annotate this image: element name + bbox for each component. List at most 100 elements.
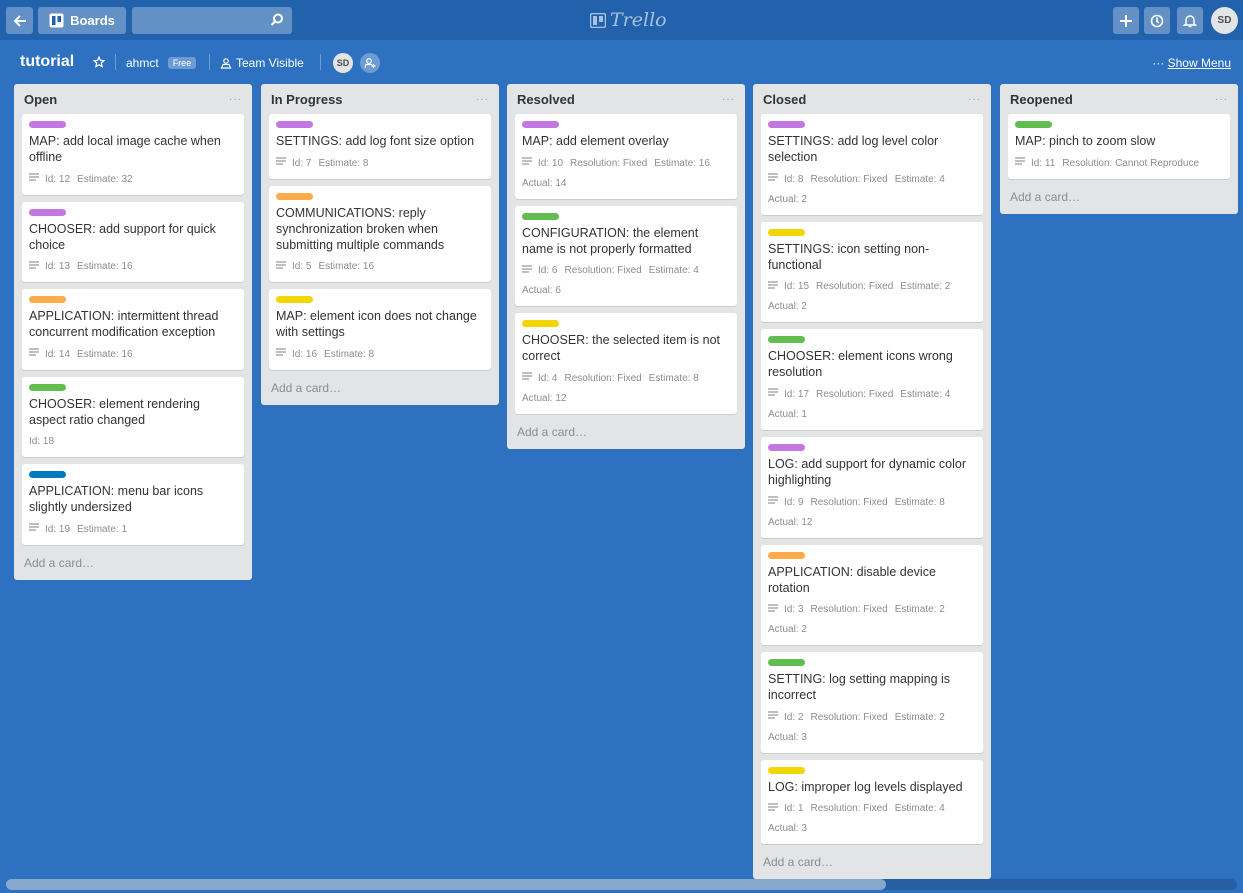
card-badge: Actual: 12	[768, 516, 813, 528]
list-menu-button[interactable]: ···	[722, 94, 735, 105]
card-badge: Estimate: 8	[648, 372, 699, 384]
card[interactable]: APPLICATION: menu bar icons slightly und…	[22, 463, 244, 545]
card[interactable]: LOG: add support for dynamic color highl…	[761, 436, 983, 538]
card-badge: Id: 16	[292, 348, 318, 360]
list-menu-button[interactable]: ···	[229, 94, 242, 105]
list-menu-button[interactable]: ···	[476, 94, 489, 105]
list-menu-button[interactable]: ···	[968, 94, 981, 105]
add-button[interactable]	[1113, 7, 1139, 34]
description-icon	[768, 600, 778, 620]
description-icon	[768, 169, 778, 189]
card[interactable]: CHOOSER: element rendering aspect ratio …	[22, 376, 244, 457]
description-icon	[276, 344, 286, 364]
card[interactable]: COMMUNICATIONS: reply synchronization br…	[269, 185, 491, 283]
bell-icon	[1183, 14, 1197, 27]
user-avatar[interactable]: SD	[1211, 7, 1238, 34]
list-name[interactable]: Closed	[763, 92, 806, 107]
card-badge: Estimate: 8	[324, 348, 375, 360]
card[interactable]: SETTINGS: add log font size option Id: 7 E…	[269, 114, 491, 179]
board-title[interactable]: tutorial	[20, 53, 74, 71]
card-badges: Id: 8 Resolution: Fixed Estimate: 4 Actual:…	[768, 169, 976, 210]
team-icon	[220, 58, 232, 69]
card-badge: Actual: 2	[768, 624, 807, 636]
card-badges: Id: 14 Estimate: 16	[29, 344, 237, 365]
card-badges: Id: 13 Estimate: 16	[29, 257, 237, 278]
add-member-button[interactable]	[360, 53, 380, 73]
add-card-button[interactable]: Add a card…	[1008, 186, 1230, 214]
list-name[interactable]: Resolved	[517, 92, 575, 107]
card-badges: Id: 3 Resolution: Fixed Estimate: 2 Actual:…	[768, 600, 976, 641]
add-card-button[interactable]: Add a card…	[269, 377, 491, 405]
card[interactable]: APPLICATION: intermittent thread concurr…	[22, 289, 244, 370]
card-label	[522, 121, 559, 128]
list-name[interactable]: In Progress	[271, 92, 343, 107]
info-button[interactable]	[1144, 7, 1170, 34]
logo-text: Trello	[610, 9, 667, 31]
card-label	[768, 443, 805, 451]
add-card-button[interactable]: Add a card…	[761, 851, 983, 879]
card-badge: Id: 3	[784, 604, 804, 616]
card[interactable]: CHOOSER: element icons wrong resolution I…	[761, 329, 983, 430]
card-badge: Resolution: Fixed	[810, 496, 888, 508]
description-icon	[768, 277, 778, 297]
card-badges: Id: 9 Resolution: Fixed Estimate: 8 Actual:…	[768, 492, 976, 533]
member-avatar[interactable]: SD	[333, 53, 353, 73]
org-name: ahmct	[126, 56, 159, 70]
list-name[interactable]: Reopened	[1010, 92, 1073, 107]
add-card-button[interactable]: Add a card…	[22, 552, 244, 580]
card-label	[29, 121, 66, 128]
list-header: Open ···	[22, 84, 244, 114]
show-menu-button[interactable]: ··· Show Menu	[1152, 56, 1231, 70]
notifications-button[interactable]	[1177, 7, 1203, 34]
card-badge: Estimate: 1	[77, 523, 128, 535]
card[interactable]: SETTINGS: add log level color selection I…	[761, 114, 983, 215]
card-badge: Resolution: Fixed	[810, 173, 888, 185]
card-title: COMMUNICATIONS: reply synchronization br…	[276, 205, 445, 252]
add-card-button[interactable]: Add a card…	[515, 421, 737, 449]
back-button[interactable]	[6, 7, 33, 34]
card[interactable]: APPLICATION: disable device rotation Id: …	[761, 544, 983, 646]
card[interactable]: SETTING: log setting mapping is incorrec…	[761, 652, 983, 753]
card-badge: Id: 12	[45, 173, 71, 185]
card-badge: Estimate: 16	[77, 348, 133, 360]
visibility-label: Team Visible	[236, 56, 304, 70]
card-badge: Estimate: 2	[894, 711, 945, 723]
card[interactable]: CHOOSER: the selected item is not correc…	[515, 313, 737, 414]
card-title: CHOOSER: add support for quick choice	[29, 221, 216, 252]
back-icon	[13, 14, 26, 27]
boards-button[interactable]: Boards	[38, 7, 126, 34]
list-menu-button[interactable]: ···	[1215, 94, 1228, 105]
board-header: tutorial ahmct Free Team Visible SD ··· …	[0, 40, 1243, 84]
card-badges: Id: 19 Estimate: 1	[29, 519, 237, 540]
card[interactable]: MAP: pinch to zoom slow Id: 11 Resolution:…	[1008, 114, 1230, 179]
card-badge: Resolution: Fixed	[810, 604, 888, 616]
plus-icon	[1120, 14, 1132, 27]
card-label	[768, 551, 805, 559]
card[interactable]: LOG: improper log levels displayed Id: 1 R…	[761, 759, 983, 845]
horizontal-scrollbar[interactable]	[6, 879, 1237, 890]
search-input[interactable]	[132, 7, 292, 34]
star-button[interactable]	[93, 56, 105, 68]
card[interactable]: MAP: add local image cache when offline I…	[22, 114, 244, 195]
card-badges: Id: 15 Resolution: Fixed Estimate: 2 Actual…	[768, 277, 976, 318]
list-name[interactable]: Open	[24, 92, 57, 107]
card-title: CHOOSER: element icons wrong resolution	[768, 349, 953, 380]
card-badge: Resolution: Fixed	[564, 372, 642, 384]
card-badge: Estimate: 16	[77, 261, 133, 273]
scrollbar-thumb[interactable]	[6, 879, 886, 890]
card-title: APPLICATION: intermittent thread concurr…	[29, 309, 219, 340]
card-badge: Resolution: Fixed	[564, 265, 642, 277]
card[interactable]: CONFIGURATION: the element name is not p…	[515, 205, 737, 307]
card-label	[29, 296, 66, 304]
org-button[interactable]: ahmct Free	[126, 56, 197, 70]
card[interactable]: CHOOSER: add support for quick choice Id:…	[22, 201, 244, 283]
visibility-button[interactable]: Team Visible	[220, 56, 304, 70]
boards-label: Boards	[70, 13, 115, 28]
card-badge: Actual: 14	[522, 177, 567, 189]
card-badge: Id: 15	[784, 281, 810, 293]
card[interactable]: SETTINGS: icon setting non-functional Id:…	[761, 221, 983, 323]
card[interactable]: MAP: element icon does not change with s…	[269, 289, 491, 370]
show-menu-dots: ···	[1152, 56, 1165, 70]
card[interactable]: MAP: add element overlay Id: 10 Resolution…	[515, 114, 737, 199]
trello-logo[interactable]: Trello	[590, 9, 667, 31]
